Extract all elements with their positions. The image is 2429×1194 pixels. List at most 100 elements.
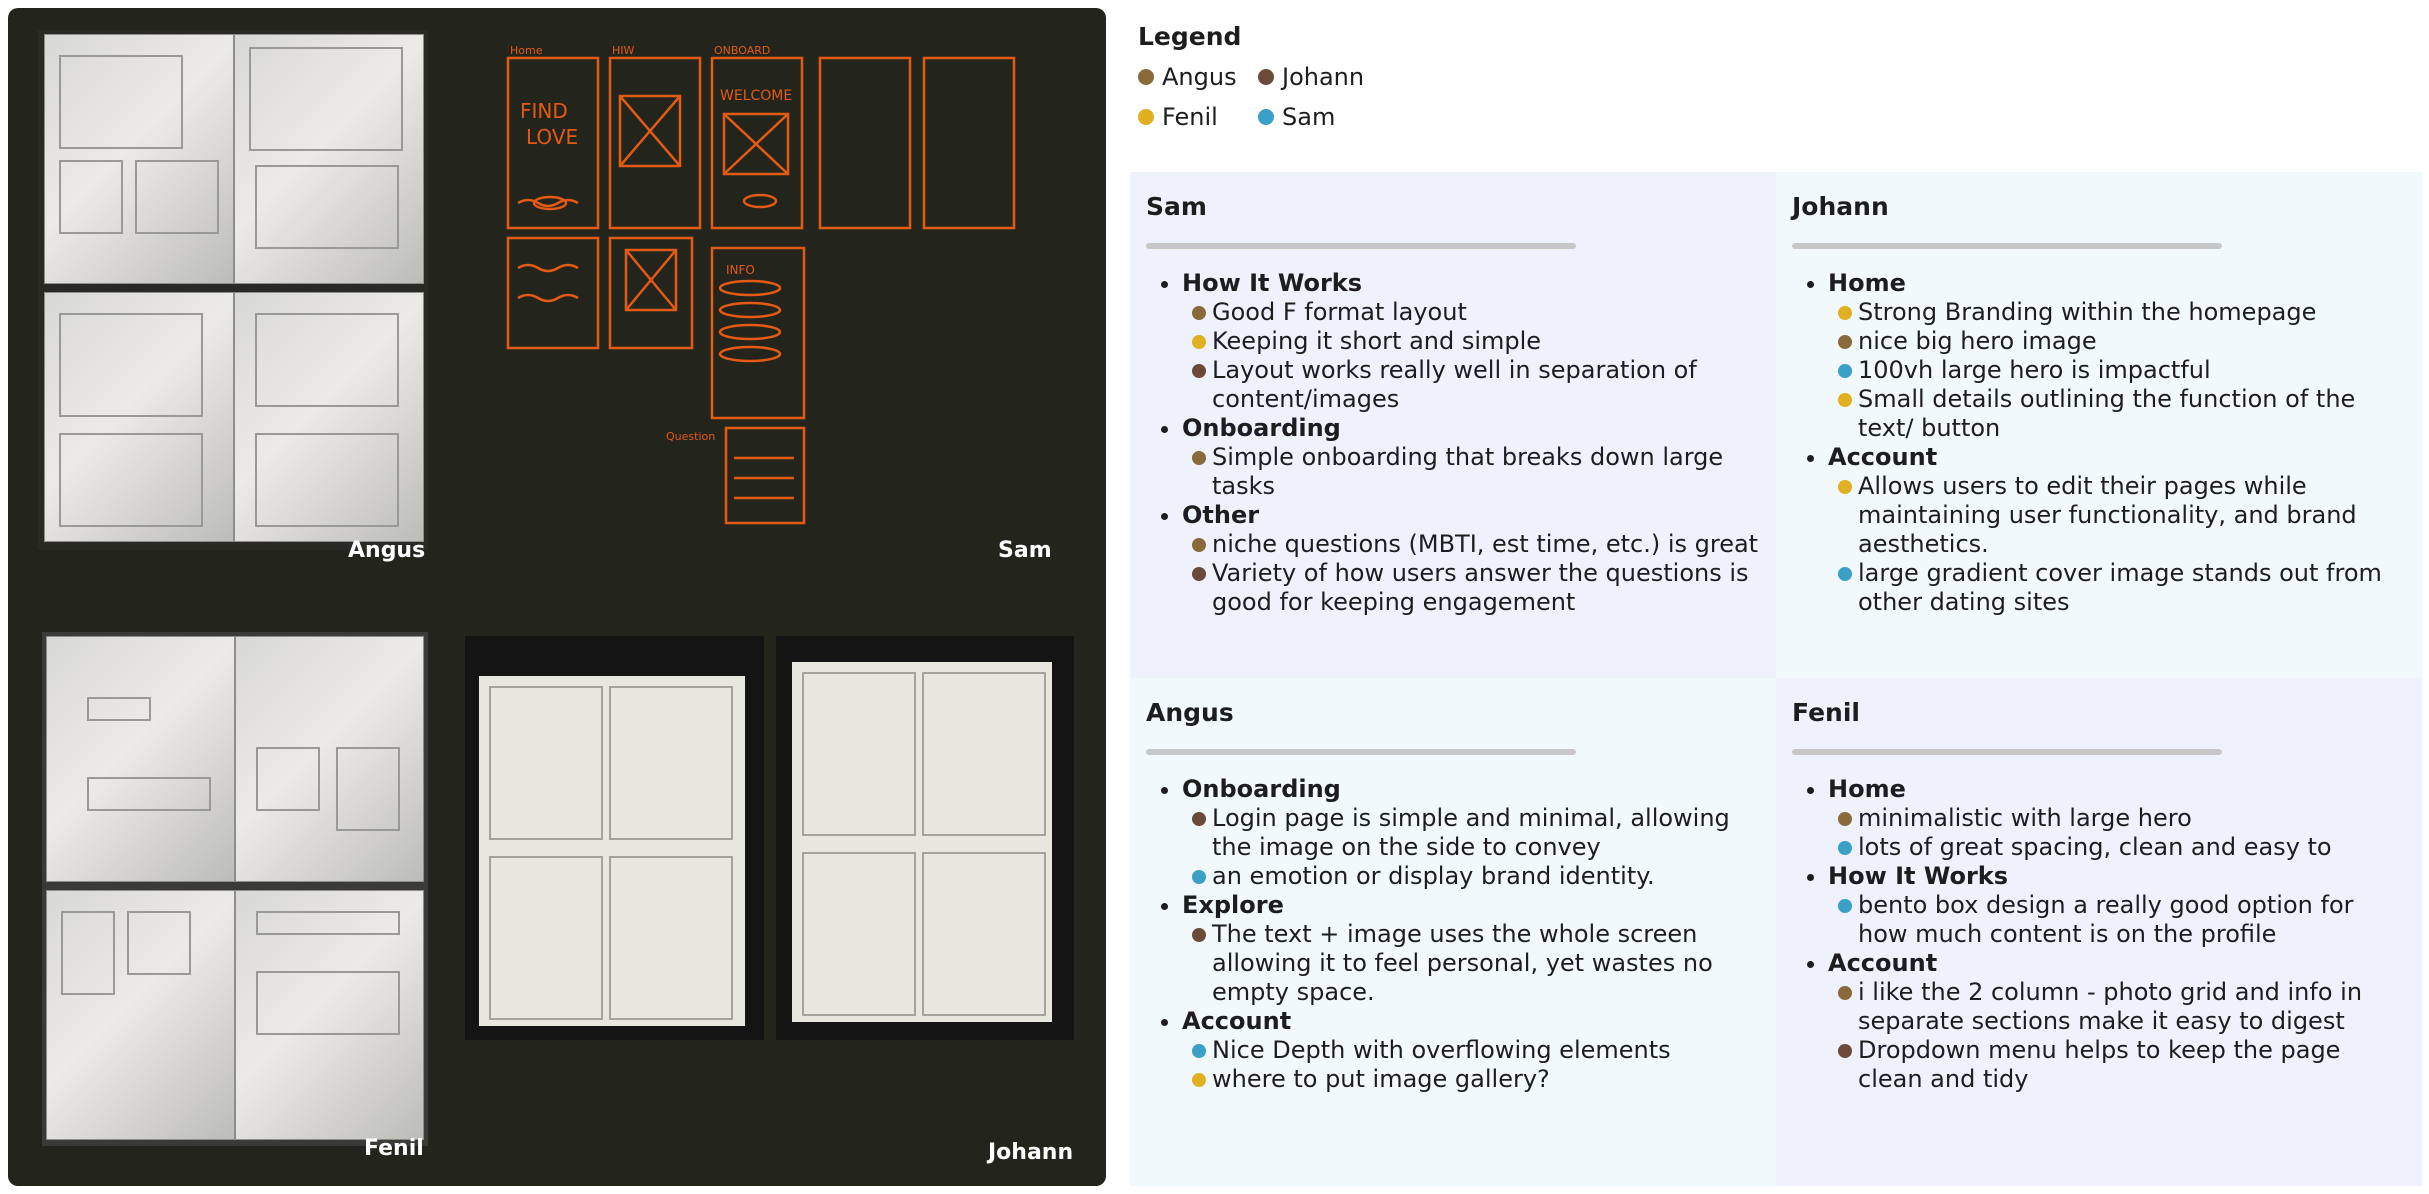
svg-text:WELCOME: WELCOME (720, 88, 792, 104)
sam-sketch: Home HIW ONBOARD FIND LOVE WELCOME INFO … (506, 44, 1016, 525)
comment-item: Allows users to edit their pages while m… (1828, 472, 2406, 559)
comment-list: bento box design a really good option fo… (1828, 891, 2406, 949)
comment-item: Simple onboarding that breaks down large… (1182, 443, 1760, 501)
comment-text: i like the 2 column - photo grid and inf… (1858, 978, 2363, 1035)
sam-avatar-icon (1838, 899, 1852, 913)
legend-label: Angus (1162, 63, 1237, 91)
feedback-card-johann: Johann HomeStrong Branding within the hom… (1776, 172, 2422, 678)
comment-text: Variety of how users answer the question… (1212, 559, 1749, 616)
section-title: Account (1182, 1007, 1292, 1035)
svg-text:ONBOARD: ONBOARD (714, 44, 770, 57)
angus-avatar-icon (1838, 812, 1852, 826)
section-item: How It Worksbento box design a really go… (1828, 862, 2406, 949)
section-item: OnboardingSimple onboarding that breaks … (1182, 414, 1760, 501)
angus-avatar-icon (1192, 451, 1206, 465)
section-list: HomeStrong Branding within the homepagen… (1792, 269, 2406, 617)
comment-item: The text + image uses the whole screen a… (1182, 920, 1760, 1007)
comment-text: nice big hero image (1858, 327, 2097, 355)
johann-sketch-photo-2 (776, 636, 1074, 1040)
comment-text: Keeping it short and simple (1212, 327, 1542, 355)
svg-text:LOVE: LOVE (526, 125, 578, 149)
comment-list: Nice Depth with overflowing elements wher… (1182, 1036, 1760, 1094)
sam-avatar-icon (1192, 870, 1206, 884)
comment-item: Keeping it short and simple (1182, 327, 1760, 356)
comment-item: Variety of how users answer the question… (1182, 559, 1760, 617)
legend: Legend Angus Johann Fenil Sam (1138, 22, 1398, 131)
comment-item: Strong Branding within the homepage (1828, 298, 2406, 327)
legend-label: Fenil (1162, 103, 1218, 131)
comment-text: Good F format layout (1212, 298, 1467, 326)
comment-text: lots of great spacing, clean and easy to (1858, 833, 2332, 861)
sam-avatar-icon (1838, 567, 1852, 581)
sketch-photo-panel: Angus Home HIW ONBOARD FIND LOVE WELCOME… (8, 8, 1106, 1186)
wireframe-home-lower (506, 236, 600, 350)
angus-avatar-icon (1838, 986, 1852, 1000)
section-item: Otherniche questions (MBTI, est time, et… (1182, 501, 1760, 617)
wireframe-empty-1 (818, 56, 912, 230)
comment-text: where to put image gallery? (1212, 1065, 1550, 1093)
card-title: Fenil (1792, 698, 1860, 727)
comment-text: minimalistic with large hero (1858, 804, 2192, 832)
divider (1146, 243, 1576, 249)
svg-text:Home: Home (510, 44, 543, 57)
svg-text:Question: Question (666, 430, 715, 443)
comment-text: 100vh large hero is impactful (1858, 356, 2211, 384)
comment-list: Allows users to edit their pages while m… (1828, 472, 2406, 617)
wireframe-hiw-lower (608, 236, 694, 350)
notebook-page (46, 636, 235, 882)
section-list: Homeminimalistic with large herolots of … (1792, 775, 2406, 1094)
svg-text:HIW: HIW (612, 44, 635, 57)
sam-caption: Sam (998, 538, 1052, 563)
comment-text: niche questions (MBTI, est time, etc.) i… (1212, 530, 1759, 558)
sam-avatar-icon (1838, 841, 1852, 855)
comment-list: Simple onboarding that breaks down large… (1182, 443, 1760, 501)
comment-text: Simple onboarding that breaks down large… (1212, 443, 1724, 500)
legend-label: Sam (1282, 103, 1336, 131)
comment-text: Nice Depth with overflowing elements (1212, 1036, 1671, 1064)
section-title: Home (1828, 269, 1906, 297)
section-title: Explore (1182, 891, 1284, 919)
comment-list: Login page is simple and minimal, allowi… (1182, 804, 1760, 891)
comment-item: lots of great spacing, clean and easy to (1828, 833, 2406, 862)
legend-item-angus: Angus (1138, 63, 1258, 91)
divider (1792, 243, 2222, 249)
section-title: Home (1828, 775, 1906, 803)
comment-text: Small details outlining the function of … (1858, 385, 2356, 442)
notebook-page (44, 292, 234, 542)
sam-avatar-icon (1192, 1044, 1206, 1058)
comment-list: minimalistic with large hero lots of grea… (1828, 804, 2406, 862)
section-list: OnboardingLogin page is simple and minim… (1146, 775, 1760, 1094)
comment-item: Small details outlining the function of … (1828, 385, 2406, 443)
comment-item: minimalistic with large hero (1828, 804, 2406, 833)
wireframe-question (724, 426, 806, 525)
comment-text: bento box design a really good option fo… (1858, 891, 2354, 948)
comment-text: The text + image uses the whole screen a… (1212, 920, 1713, 1006)
section-title: Onboarding (1182, 775, 1341, 803)
comment-text: large gradient cover image stands out fr… (1858, 559, 2382, 616)
legend-title: Legend (1138, 22, 1242, 51)
angus-avatar-icon (1838, 335, 1852, 349)
johann-sketch-photo-1 (465, 636, 764, 1040)
comment-item: Layout works really well in separation o… (1182, 356, 1760, 414)
notebook-page (44, 34, 234, 284)
fenil-sketch-photo (42, 632, 428, 1146)
comment-item: Good F format layout (1182, 298, 1760, 327)
comment-text: Login page is simple and minimal, allowi… (1212, 804, 1730, 861)
fenil-avatar-icon (1192, 335, 1206, 349)
comment-item: where to put image gallery? (1182, 1065, 1760, 1094)
johann-avatar-icon (1838, 1044, 1852, 1058)
comment-text: Allows users to edit their pages while m… (1858, 472, 2357, 558)
comment-text: Strong Branding within the homepage (1858, 298, 2317, 326)
notebook-page (234, 292, 424, 542)
feedback-card-sam: Sam How It WorksGood F format layoutKeepi… (1130, 172, 1776, 678)
angus-caption: Angus (348, 538, 426, 563)
fenil-avatar-icon (1838, 306, 1852, 320)
sam-avatar-icon (1258, 109, 1274, 125)
section-item: Accounti like the 2 column - photo grid … (1828, 949, 2406, 1094)
johann-caption: Johann (988, 1140, 1074, 1165)
legend-item-fenil: Fenil (1138, 103, 1258, 131)
section-title: Account (1828, 443, 1938, 471)
comment-list: i like the 2 column - photo grid and inf… (1828, 978, 2406, 1094)
fenil-caption: Fenil (364, 1136, 424, 1161)
angus-avatar-icon (1138, 69, 1154, 85)
